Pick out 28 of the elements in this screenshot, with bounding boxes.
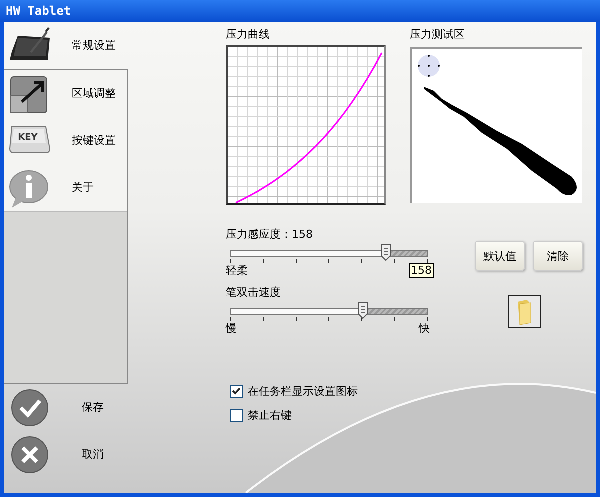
- slider-label: 压力感应度：158: [226, 227, 313, 243]
- curve-title: 压力曲线: [226, 28, 270, 42]
- folder-button[interactable]: [508, 295, 540, 328]
- close-icon: [10, 434, 50, 474]
- pressure-test-canvas[interactable]: [410, 47, 582, 203]
- default-button[interactable]: 默认值: [475, 241, 525, 271]
- check-mark-icon: [232, 387, 241, 395]
- checkbox-label: 禁止右键: [248, 408, 292, 422]
- checkmark-icon: [10, 388, 50, 428]
- folder-icon: [515, 298, 533, 326]
- slider-thumb[interactable]: [381, 244, 392, 261]
- value-tooltip: 158: [409, 263, 434, 278]
- slider-label: 笔双击速度: [226, 285, 281, 301]
- crosshair-icon: [418, 55, 440, 77]
- slider-track[interactable]: [230, 244, 428, 261]
- test-area-title: 压力测试区: [410, 28, 465, 42]
- cancel-button[interactable]: 取消: [4, 431, 128, 478]
- checkbox[interactable]: [230, 408, 243, 422]
- slider-thumb[interactable]: [358, 302, 368, 319]
- slider-track[interactable]: [230, 302, 428, 319]
- slider-min-label: 轻柔: [226, 263, 248, 279]
- checkbox[interactable]: [230, 384, 243, 398]
- slider-max-label: 快: [419, 321, 430, 337]
- sidebar-item[interactable]: 常规设置: [4, 22, 128, 69]
- save-button[interactable]: 保存: [4, 384, 128, 431]
- checkbox-label: 在任务栏显示设置图标: [248, 384, 358, 398]
- clear-button[interactable]: 清除: [533, 241, 583, 271]
- slider-min-label: 慢: [226, 321, 237, 337]
